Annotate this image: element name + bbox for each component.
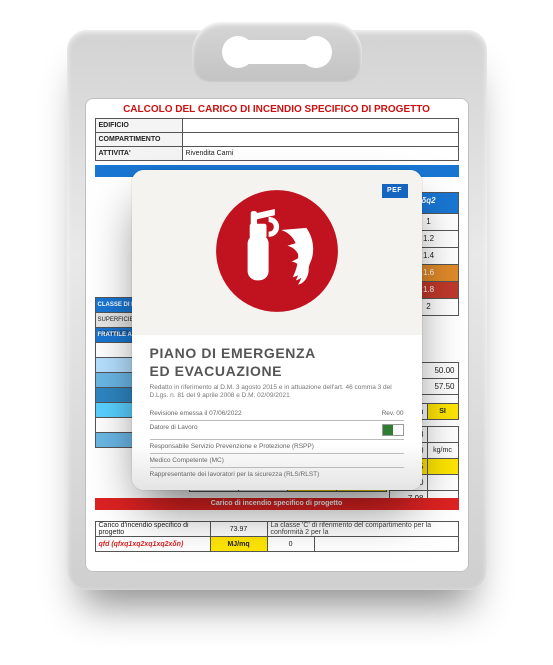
front-card: PEF PIANO DI EMERGENZA ED xyxy=(132,170,422,490)
header-table: EDIFICIO COMPARTIMENTO ATTIVITA'Rivendit… xyxy=(95,118,459,161)
lbl-compart: COMPARTIMENTO xyxy=(95,133,182,147)
extinguisher-icon xyxy=(214,188,340,314)
card-subtitle: Redatto in riferimento al D.M. 3 agosto … xyxy=(132,384,422,401)
qfd-formula: qfd (qfxq1xq2xq1xq2xδn) xyxy=(95,537,210,552)
rev-line: Revisione emessa il 07/06/2022 Rev. 00 xyxy=(150,407,404,421)
bottom-table: Carico d'incendio specifico di progetto … xyxy=(95,521,459,552)
card-header: PEF xyxy=(132,170,422,335)
card-meta: Revisione emessa il 07/06/2022 Rev. 00 D… xyxy=(132,401,422,481)
unit-mj: MJ/mq xyxy=(210,537,267,552)
product-mockup: CALCOLO DEL CARICO DI INCENDIO SPECIFICO… xyxy=(0,0,553,665)
val-attivita: Rivendita Carni xyxy=(182,147,458,161)
line-dl: Datore di Lavoro xyxy=(150,421,404,440)
lbl-attivita: ATTIVITA' xyxy=(95,147,182,161)
line-rls: Rappresentante dei lavoratori per la sic… xyxy=(150,468,404,481)
sheet-title: CALCOLO DEL CARICO DI INCENDIO SPECIFICO… xyxy=(85,98,469,118)
lbl-carico-specifico: Carico d'incendio specifico di progetto xyxy=(95,522,210,537)
hang-hole xyxy=(232,40,322,64)
card-title: PIANO DI EMERGENZA ED EVACUAZIONE xyxy=(132,335,422,384)
pef-badge: PEF xyxy=(382,184,408,198)
line-mc: Medico Competente (MC) xyxy=(150,454,404,468)
section-bar-carico: Carico di incendio specifico di progetto xyxy=(95,498,459,510)
flag-icon xyxy=(382,424,404,436)
hang-tab xyxy=(192,22,362,82)
val-zero: 0 xyxy=(267,537,314,552)
line-rspp: Responsabile Servizio Prevenzione e Prot… xyxy=(150,440,404,454)
lbl-edificio: EDIFICIO xyxy=(95,119,182,133)
